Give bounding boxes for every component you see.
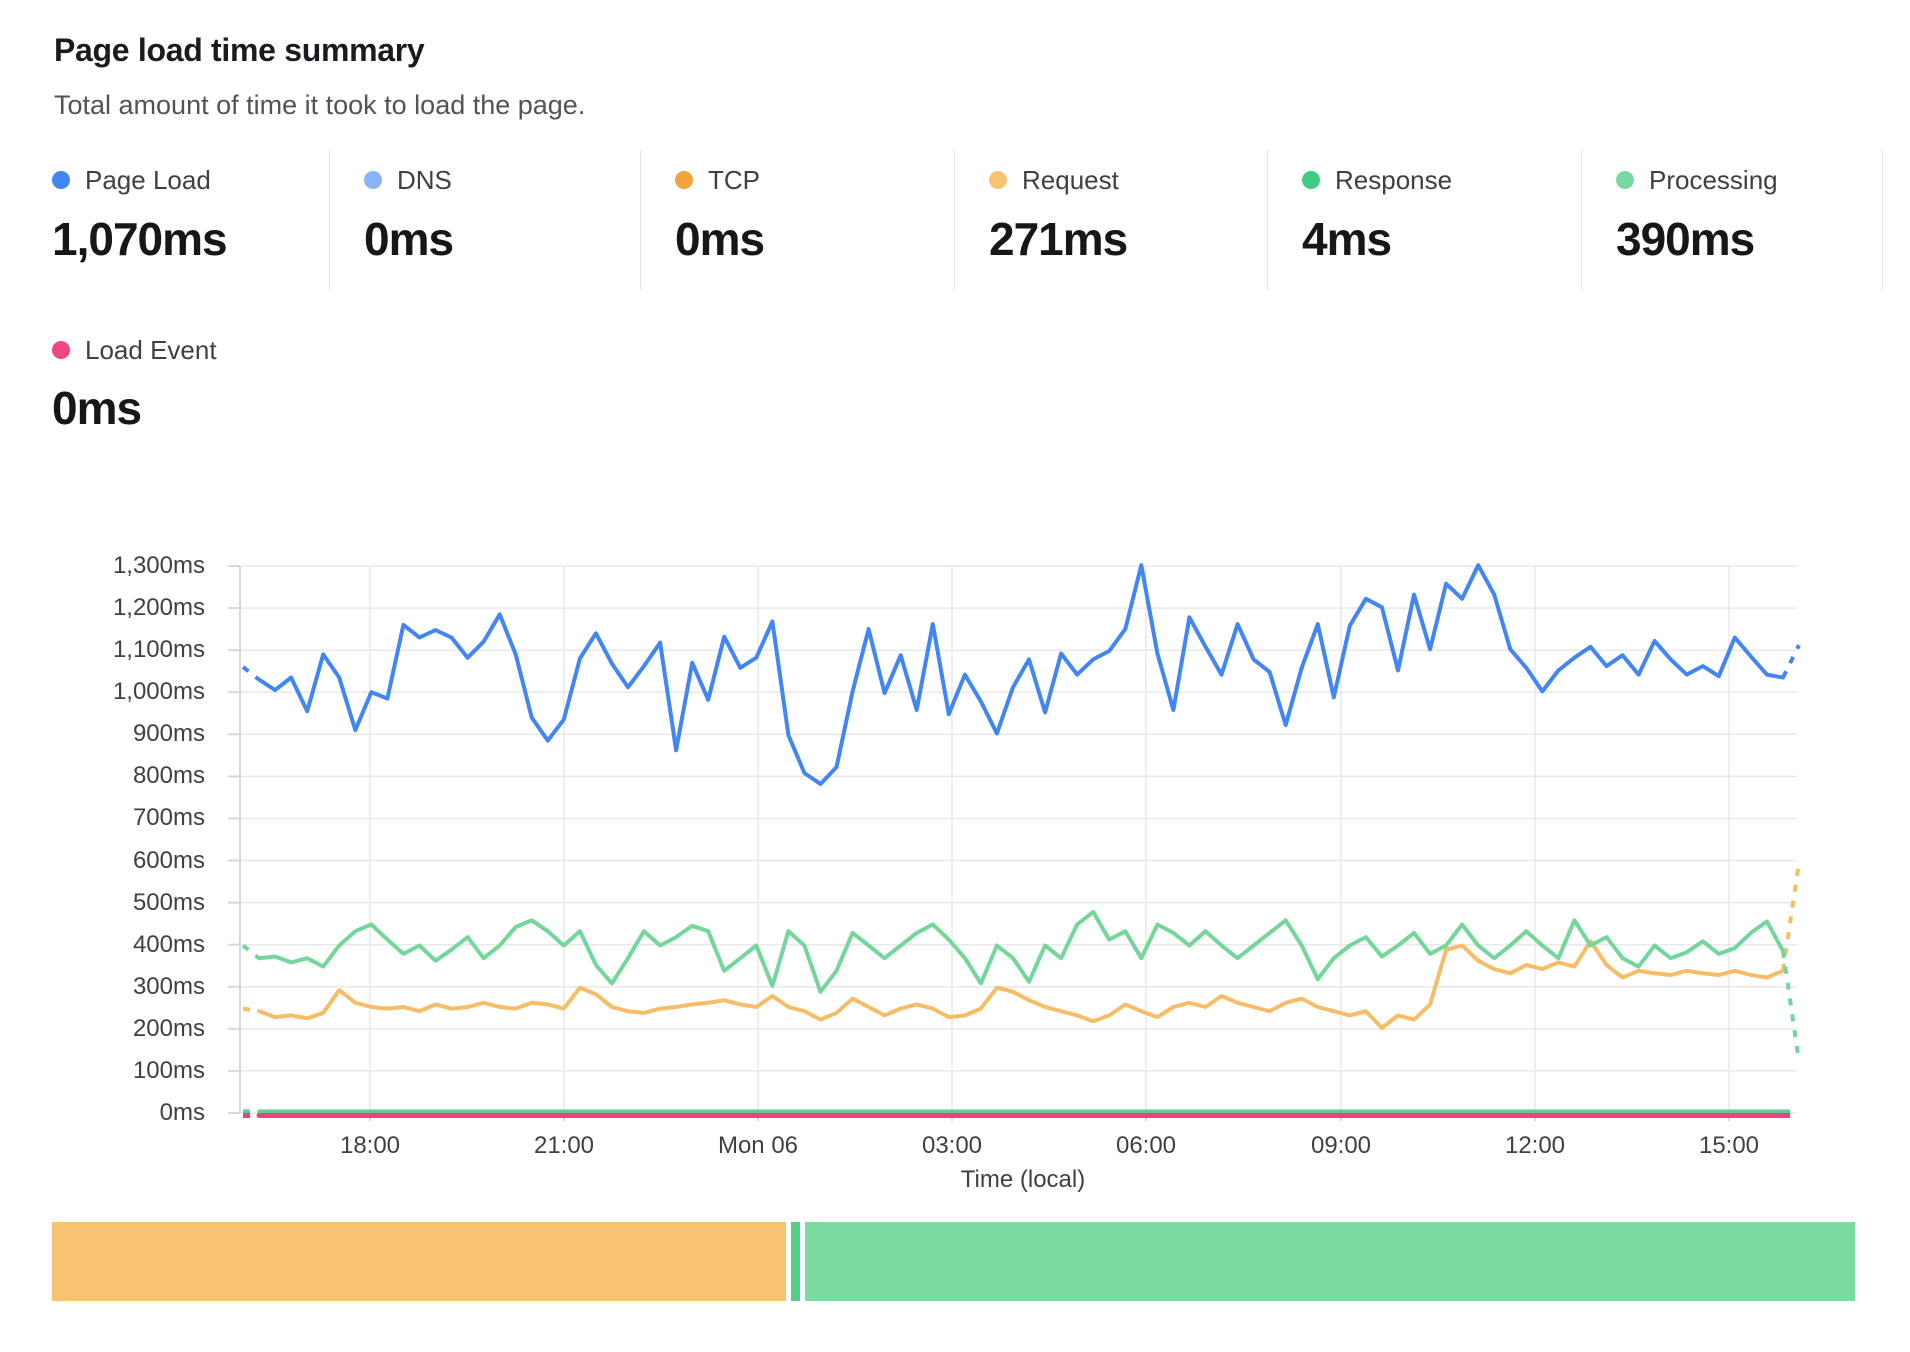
x-tick-label: Mon 06: [673, 1131, 843, 1161]
series-page-load: [259, 565, 1783, 784]
x-tick-label: 09:00: [1256, 1131, 1426, 1161]
y-tick-label: 100ms: [45, 1056, 205, 1086]
y-tick-label: 1,300ms: [45, 551, 205, 581]
x-tick-label: 03:00: [867, 1131, 1037, 1161]
y-tick-label: 400ms: [45, 930, 205, 960]
y-tick-label: 800ms: [45, 761, 205, 791]
y-tick-label: 1,100ms: [45, 635, 205, 665]
x-tick-label: 18:00: [285, 1131, 455, 1161]
timeline-bar[interactable]: [52, 1222, 1856, 1301]
y-tick-label: 1,200ms: [45, 593, 205, 623]
x-tick-label: 15:00: [1644, 1131, 1814, 1161]
y-tick-label: 500ms: [45, 888, 205, 918]
y-tick-label: 700ms: [45, 803, 205, 833]
y-tick-label: 600ms: [45, 846, 205, 876]
y-tick-label: 0ms: [45, 1098, 205, 1128]
x-tick-label: 21:00: [479, 1131, 649, 1161]
timeline-segment-phase-marker[interactable]: [791, 1222, 800, 1301]
x-tick-label: 06:00: [1061, 1131, 1231, 1161]
y-tick-label: 900ms: [45, 719, 205, 749]
y-tick-label: 1,000ms: [45, 677, 205, 707]
x-axis-title: Time (local): [918, 1166, 1128, 1194]
y-tick-label: 300ms: [45, 972, 205, 1002]
y-tick-label: 200ms: [45, 1014, 205, 1044]
timeline-segment-request-phase[interactable]: [52, 1222, 786, 1301]
series-processing: [259, 912, 1783, 992]
x-tick-label: 12:00: [1450, 1131, 1620, 1161]
timeline-segment-processing-phase[interactable]: [805, 1222, 1855, 1301]
page-load-summary-panel: Page load time summary Total amount of t…: [0, 0, 1910, 1352]
